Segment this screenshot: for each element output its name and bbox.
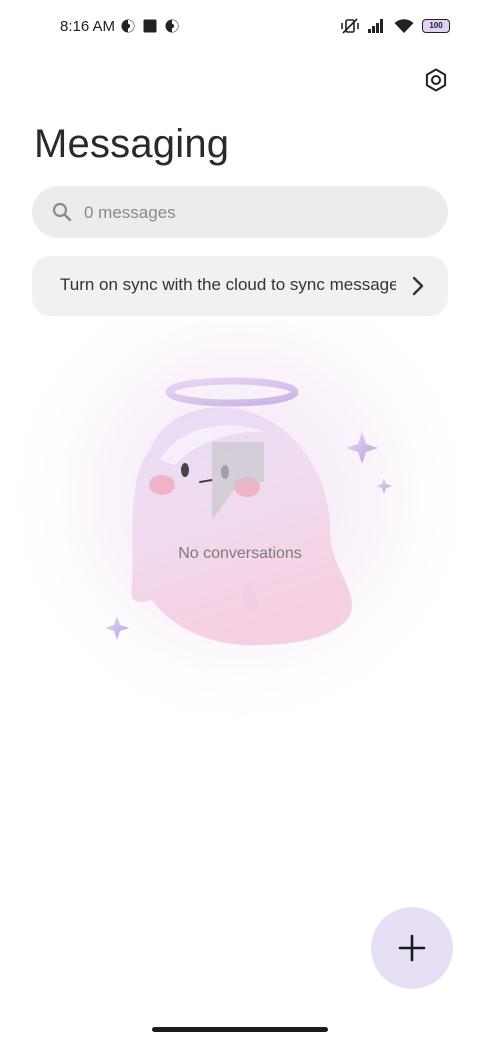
- gear-icon[interactable]: [424, 68, 448, 92]
- status-system-icons: 100: [340, 18, 450, 34]
- battery-icon: 100: [422, 19, 450, 33]
- home-indicator[interactable]: [152, 1027, 328, 1032]
- notification-app-icon-2: [165, 19, 179, 33]
- page-title: Messaging: [34, 122, 230, 166]
- search-icon: [52, 202, 72, 222]
- plus-icon: [398, 934, 426, 962]
- vibrate-off-icon: [341, 18, 359, 34]
- notification-app-icon: [121, 19, 135, 33]
- search-bar[interactable]: [32, 186, 448, 240]
- empty-state-text: No conversations: [178, 545, 302, 562]
- sync-banner[interactable]: Turn on sync with the cloud to sync mess…: [32, 256, 448, 316]
- chevron-right-icon: [412, 276, 424, 296]
- battery-level: 100: [429, 21, 443, 30]
- status-notification-icons: [121, 19, 179, 33]
- notification-square-icon: [143, 19, 157, 33]
- status-bar: 8:16 AM 100: [0, 0, 480, 56]
- signal-icon: [368, 19, 383, 33]
- wifi-icon: [394, 18, 414, 33]
- search-input[interactable]: [82, 186, 416, 240]
- sync-banner-text: Turn on sync with the cloud to sync mess…: [60, 275, 396, 294]
- status-time: 8:16 AM: [60, 18, 116, 35]
- new-conversation-button[interactable]: [371, 907, 453, 989]
